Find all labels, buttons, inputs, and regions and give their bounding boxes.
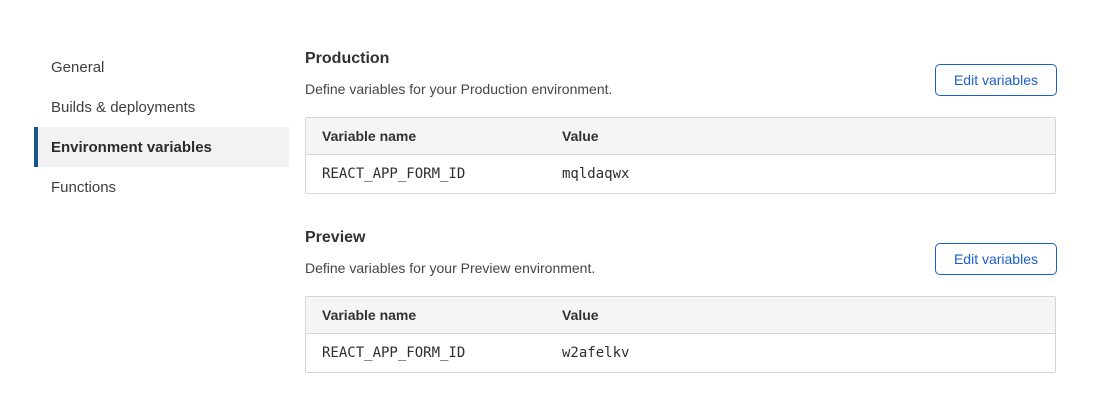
settings-page: General Builds & deployments Environment… [0,0,1100,420]
preview-section: Preview Define variables for your Previe… [305,228,1056,388]
sidebar-item-label: Functions [51,179,116,196]
variable-name-column-header: Variable name [306,297,546,334]
production-edit-variables-button[interactable]: Edit variables [935,64,1057,96]
value-column-header: Value [546,118,1055,155]
production-section-description: Define variables for your Production env… [305,80,612,99]
preview-edit-variables-button[interactable]: Edit variables [935,243,1057,275]
sidebar-item-environment-variables[interactable]: Environment variables [34,127,289,167]
settings-sidebar: General Builds & deployments Environment… [34,47,289,207]
variable-value-cell: mqldaqwx [546,155,1055,193]
production-section: Production Define variables for your Pro… [305,49,1056,209]
preview-env-vars-table: Variable name Value REACT_APP_FORM_ID w2… [305,296,1056,373]
preview-section-title: Preview [305,228,365,248]
production-env-vars-table: Variable name Value REACT_APP_FORM_ID mq… [305,117,1056,194]
variable-value-cell: w2afelkv [546,334,1055,372]
sidebar-item-builds-deployments[interactable]: Builds & deployments [34,87,289,127]
preview-section-description: Define variables for your Preview enviro… [305,259,595,278]
value-column-header: Value [546,297,1055,334]
variable-name-column-header: Variable name [306,118,546,155]
table-row: REACT_APP_FORM_ID mqldaqwx [306,155,1055,193]
sidebar-item-label: General [51,59,104,76]
variable-name-cell: REACT_APP_FORM_ID [306,334,546,372]
table-header-row: Variable name Value [306,118,1055,155]
table-header-row: Variable name Value [306,297,1055,334]
production-section-title: Production [305,49,389,69]
sidebar-item-general[interactable]: General [34,47,289,87]
sidebar-item-label: Builds & deployments [51,99,195,116]
sidebar-item-label: Environment variables [51,139,212,156]
table-row: REACT_APP_FORM_ID w2afelkv [306,334,1055,372]
variable-name-cell: REACT_APP_FORM_ID [306,155,546,193]
sidebar-item-functions[interactable]: Functions [34,167,289,207]
